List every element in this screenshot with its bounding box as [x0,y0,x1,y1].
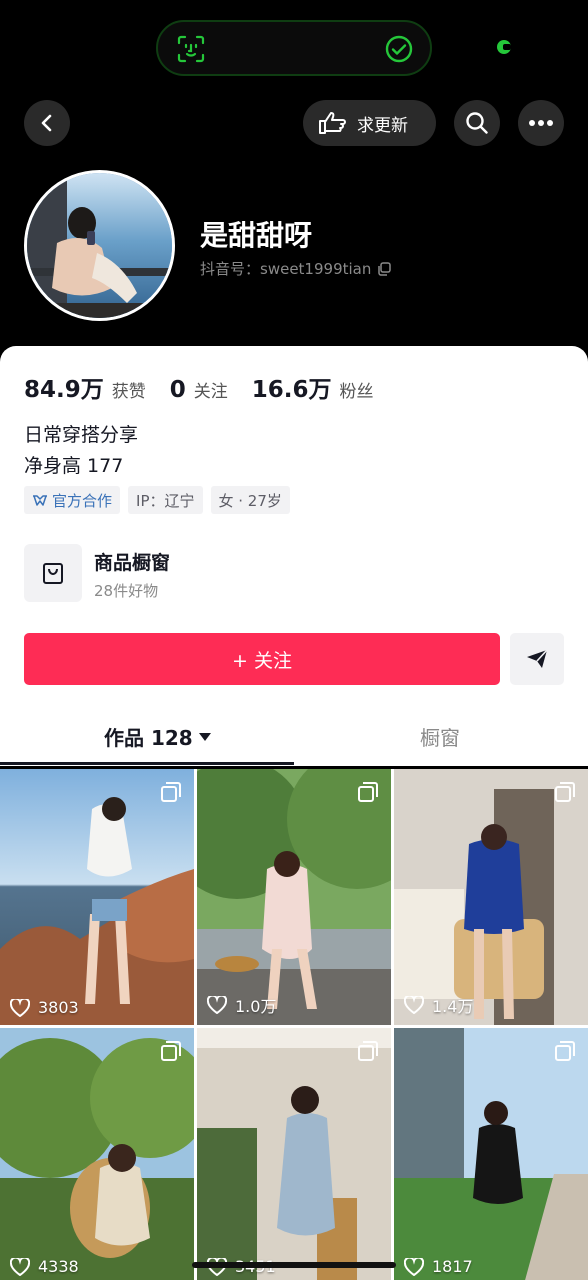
multi-image-icon [358,1041,378,1061]
shop-window-subtitle: 28件好物 [94,582,159,600]
share-button[interactable] [510,633,564,685]
post-thumbnail[interactable]: 3803 [0,769,194,1025]
post-likes-count: 4338 [38,1257,79,1276]
face-id-icon [177,35,205,63]
shop-window-entry[interactable]: 商品橱窗 28件好物 [24,544,424,604]
likes-label: 获赞 [111,382,146,402]
followers-count[interactable]: 16.6万 [252,370,332,404]
check-circle-icon [385,35,413,63]
search-icon [466,112,488,134]
post-thumbnail[interactable]: 1817 [394,1028,588,1280]
post-likes: 1.4万 [404,993,473,1017]
official-tag[interactable]: 官方合作 [24,486,121,514]
handshake-icon [33,495,47,506]
bio-line-2: 净身高 177 [24,455,124,477]
home-indicator[interactable] [192,1262,396,1268]
likes-count: 84.9万 [24,377,104,403]
hand-point-icon [319,112,346,134]
multi-image-icon [161,1041,181,1061]
post-likes: 4338 [10,1257,79,1276]
post-thumbnail[interactable]: 1.4万 [394,769,588,1025]
post-likes: 3803 [10,998,79,1017]
caret-down-icon [198,732,211,741]
multi-image-icon [555,782,575,802]
ip-tag: IP：辽宁 [128,486,203,514]
avatar[interactable] [24,170,175,321]
follow-button[interactable]: + 关注 [24,633,500,685]
post-thumbnail[interactable]: 1.0万 [197,769,391,1025]
content-tabs: 作品 128 橱窗 [0,708,588,766]
douyin-id-value: sweet1999tian [260,259,372,278]
following-count[interactable]: 0 [170,377,186,403]
post-likes-count: 1.4万 [432,997,474,1016]
heart-icon [207,996,227,1014]
multi-image-icon [555,1041,575,1061]
profile-card: 84.9万 获赞 0 关注 16.6万 粉丝 日常穿搭分享 净身高 177 官方… [0,346,588,766]
stats-row: 84.9万 获赞 0 关注 16.6万 粉丝 [24,370,398,404]
profile-name: 是甜甜呀 [200,219,313,252]
dynamic-island-pill [156,20,432,76]
official-tag-label: 官方合作 [52,491,113,510]
douyin-id: 抖音号： sweet1999tian [200,258,392,279]
tab-window[interactable]: 橱窗 [420,722,460,751]
heart-icon [404,1257,424,1276]
tab-works-label: 作品 128 [104,726,193,750]
post-likes-count: 3803 [38,998,79,1017]
followers-label[interactable]: 粉丝 [340,377,374,402]
heart-icon [404,996,424,1014]
bio-line-1: 日常穿搭分享 [24,424,139,446]
post-likes-count: 1.0万 [235,997,277,1016]
tab-works[interactable]: 作品 128 [104,722,211,751]
camera-indicator-icon [497,40,511,54]
back-button[interactable] [24,100,70,146]
active-tab-indicator [0,762,294,765]
post-likes: 1817 [404,1257,473,1276]
tag-row: 官方合作 IP：辽宁 女 · 27岁 [24,486,290,514]
request-update-label: 求更新 [357,115,408,136]
multi-image-icon [161,782,181,802]
shop-window-icon-box [24,544,82,602]
multi-image-icon [358,782,378,802]
douyin-id-label: 抖音号： [200,260,261,278]
post-likes-count: 1817 [432,1257,473,1276]
post-likes: 1.0万 [207,993,276,1017]
gender-age-tag: 女 · 27岁 [210,486,290,514]
heart-icon [10,1257,30,1276]
posts-grid: 3803 1.0万 1.4万 4338 1817 [0,769,588,1280]
search-button[interactable] [454,100,500,146]
more-icon [529,120,553,126]
send-icon [527,649,548,668]
copy-icon[interactable] [377,261,392,276]
shopping-bag-icon [43,563,63,584]
request-update-button[interactable]: 求更新 [303,100,436,146]
back-icon [41,114,52,132]
following-label[interactable]: 关注 [194,377,228,402]
post-thumbnail[interactable]: 4338 [0,1028,194,1280]
heart-icon [10,998,30,1017]
profile-header: 求更新 是甜甜呀 抖音号： sweet1999tian [0,0,588,360]
bio: 日常穿搭分享 净身高 177 [24,420,138,482]
shop-window-title: 商品橱窗 [94,552,171,574]
more-button[interactable] [518,100,564,146]
post-thumbnail[interactable]: 3451 [197,1028,391,1280]
